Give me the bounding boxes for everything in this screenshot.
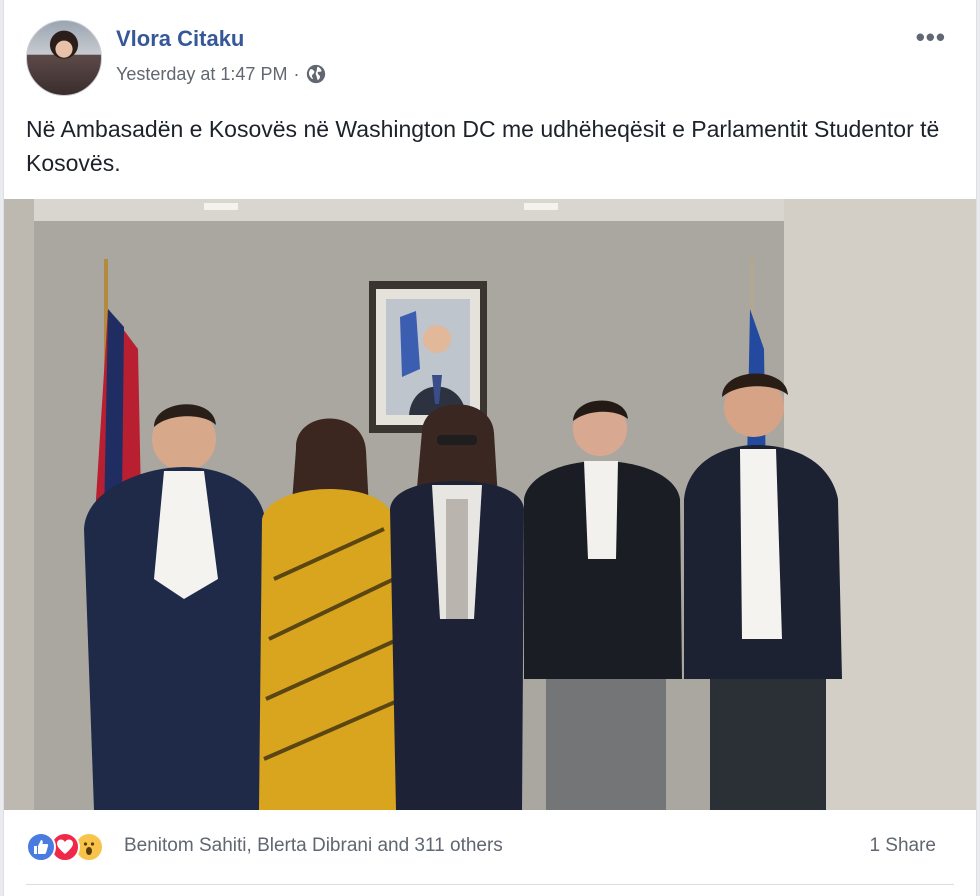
post-card: Vlora Citaku Yesterday at 1:47 PM · ••• … bbox=[3, 0, 977, 896]
post-photo[interactable] bbox=[4, 199, 976, 810]
author-avatar[interactable] bbox=[26, 20, 102, 96]
like-icon bbox=[26, 832, 56, 862]
globe-icon[interactable] bbox=[305, 63, 327, 85]
reaction-names-link[interactable]: Benitom Sahiti, Blerta Dibrani and 311 o… bbox=[124, 835, 503, 857]
post-timestamp[interactable]: Yesterday at 1:47 PM bbox=[116, 64, 287, 85]
photo-scene bbox=[4, 199, 976, 810]
footer-divider bbox=[26, 884, 954, 885]
meta-separator: · bbox=[293, 63, 300, 84]
reaction-icons[interactable] bbox=[26, 832, 104, 862]
share-count-link[interactable]: 1 Share bbox=[869, 835, 936, 857]
post-meta: Yesterday at 1:47 PM · bbox=[116, 63, 327, 85]
more-options-icon[interactable]: ••• bbox=[916, 22, 946, 53]
author-name-link[interactable]: Vlora Citaku bbox=[116, 26, 244, 52]
post-text: Në Ambasadën e Kosovës në Washington DC … bbox=[26, 116, 940, 176]
